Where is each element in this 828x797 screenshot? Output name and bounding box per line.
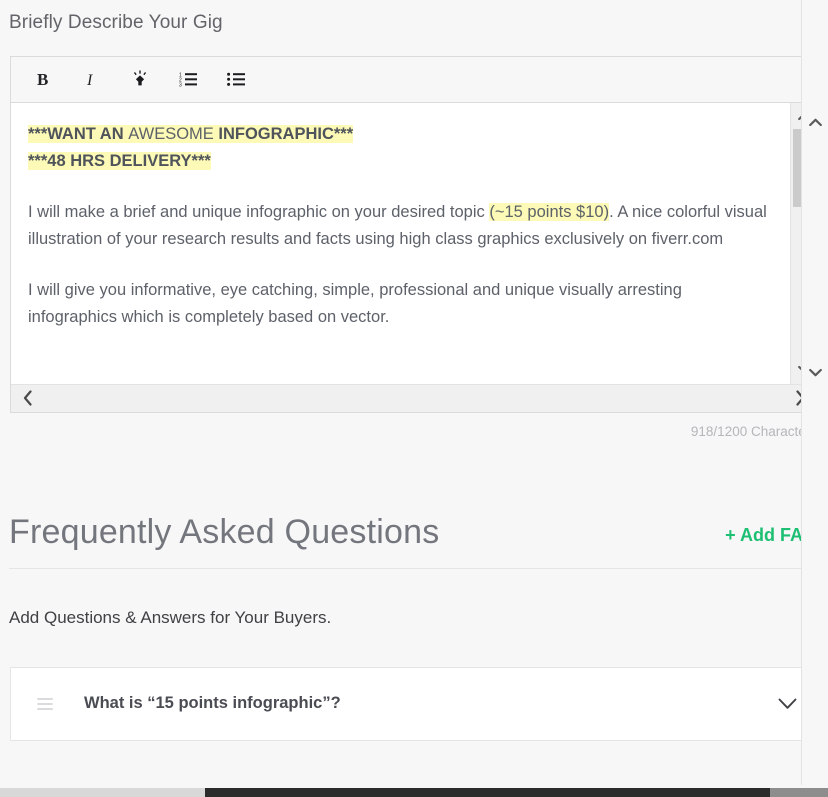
description-heading-block: ***WANT AN AWESOME INFOGRAPHIC*** ***48 …: [28, 121, 770, 175]
character-counter: 918/1200 Characters: [0, 413, 828, 439]
heading-line-2: ***48 HRS DELIVERY***: [28, 152, 211, 170]
svg-text:3: 3: [179, 82, 182, 88]
bold-button[interactable]: B: [29, 64, 59, 94]
editor-horizontal-scrollbar[interactable]: [11, 384, 817, 412]
page-title: Briefly Describe Your Gig: [0, 0, 828, 37]
description-paragraph-2: I will give you informative, eye catchin…: [28, 277, 770, 331]
faq-list: What is “15 points infographic”?: [10, 667, 818, 741]
gig-description-textarea[interactable]: ***WANT AN AWESOME INFOGRAPHIC*** ***48 …: [11, 103, 790, 384]
page-hscroll-thumb[interactable]: [205, 788, 828, 797]
highlighter-icon[interactable]: [125, 64, 155, 94]
describe-gig-section: Briefly Describe Your Gig B I 1 2: [0, 0, 828, 439]
faq-question-text: What is “15 points infographic”?: [53, 694, 778, 713]
page-scroll-up-arrow[interactable]: [802, 112, 828, 132]
faq-list-item[interactable]: What is “15 points infographic”?: [10, 667, 818, 741]
para1-highlight: (~15 points $10): [489, 203, 609, 221]
faq-section: Frequently Asked Questions + Add FAQ Add…: [0, 513, 828, 741]
page-hscroll-track-gap: [770, 788, 828, 797]
drag-handle-icon[interactable]: [37, 698, 53, 710]
svg-text:I: I: [86, 72, 93, 88]
scroll-left-arrow[interactable]: [23, 390, 33, 406]
heading-part-1: ***WANT AN: [28, 125, 128, 143]
faq-title: Frequently Asked Questions: [9, 513, 439, 552]
svg-text:B: B: [37, 71, 48, 88]
heading-part-3: INFOGRAPHIC***: [218, 125, 353, 143]
chevron-down-icon[interactable]: [778, 698, 797, 710]
editor-toolbar: B I 1 2 3: [11, 57, 817, 103]
description-paragraph-1: I will make a brief and unique infograph…: [28, 199, 770, 253]
page-scroll-down-arrow[interactable]: [802, 362, 828, 382]
page-horizontal-scrollbar[interactable]: [0, 788, 828, 797]
ordered-list-icon[interactable]: 1 2 3: [173, 64, 203, 94]
page-vertical-scrollbar[interactable]: [801, 0, 828, 789]
heading-part-2: AWESOME: [128, 125, 218, 143]
rich-text-editor: B I 1 2 3: [10, 56, 818, 413]
para1-before: I will make a brief and unique infograph…: [28, 203, 489, 221]
faq-header: Frequently Asked Questions + Add FAQ: [0, 513, 828, 552]
unordered-list-icon[interactable]: [221, 64, 251, 94]
italic-button[interactable]: I: [77, 64, 107, 94]
faq-subtitle: Add Questions & Answers for Your Buyers.: [0, 569, 828, 628]
